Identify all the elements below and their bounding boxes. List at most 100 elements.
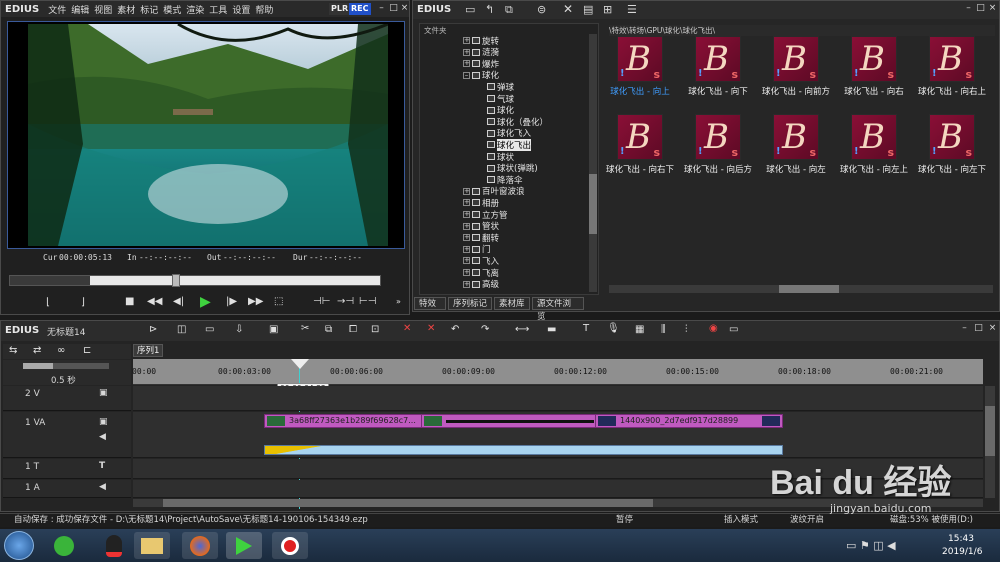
bin-tab[interactable]: 源文件浏览 — [532, 297, 584, 322]
up-icon[interactable]: ↰ — [485, 3, 494, 16]
video-clip-1[interactable]: 3a68ff27363e1b289f69628c7... — [264, 414, 444, 428]
track-head-1a[interactable]: 1 A ◀ — [3, 480, 131, 498]
slider-handle[interactable] — [172, 274, 180, 287]
menu-settings[interactable]: 设置 — [232, 3, 250, 16]
playback-slider[interactable] — [9, 274, 381, 287]
expand-icon[interactable]: – — [463, 71, 470, 79]
track-visibility-icon[interactable]: ▣ — [99, 417, 108, 427]
ripple-status[interactable]: 波纹开启 — [790, 514, 824, 527]
tree-item[interactable]: + 旋转 — [463, 35, 499, 47]
menu-marker[interactable]: 标记 — [140, 3, 158, 16]
grid-view-icon[interactable]: ⊞ — [603, 3, 612, 16]
effects-hscrollbar[interactable] — [609, 285, 993, 293]
tree-item[interactable]: + 立方管 — [463, 209, 508, 221]
link-mode-icon[interactable]: ∞ — [57, 345, 65, 356]
save-icon[interactable]: ▣ — [269, 324, 278, 335]
step-back-button[interactable]: ◀| — [173, 296, 184, 307]
delete-clip-icon[interactable]: ✕ — [403, 323, 411, 334]
copy-icon[interactable]: ⧉ — [505, 3, 513, 17]
bin-maximize-button[interactable]: □ — [975, 3, 986, 14]
paste-icon[interactable]: ⧠ — [349, 324, 357, 335]
record-marker-icon[interactable]: ◉ — [709, 323, 718, 334]
expand-icon[interactable]: + — [463, 280, 470, 288]
step-forward-button[interactable]: |▶ — [226, 296, 237, 307]
expand-icon[interactable]: + — [463, 257, 470, 265]
track-head-1t[interactable]: 1 T T — [3, 459, 131, 479]
recorder-icon[interactable] — [272, 532, 308, 559]
undo-icon[interactable]: ↶ — [451, 324, 459, 335]
tree-item[interactable]: 弹球 — [487, 81, 514, 93]
start-button[interactable] — [4, 531, 34, 560]
stop-button[interactable]: ■ — [125, 296, 134, 307]
menu-help[interactable]: 帮助 — [255, 3, 273, 16]
tree-item[interactable]: + 管状 — [463, 221, 499, 232]
expand-icon[interactable]: + — [463, 245, 470, 253]
redo-icon[interactable]: ↷ — [481, 324, 489, 335]
tree-item[interactable]: 球化飞出 — [487, 138, 532, 151]
expand-icon[interactable]: + — [463, 187, 470, 195]
bin-tab[interactable]: 序列标记 — [448, 297, 492, 310]
tray-icons[interactable]: ▭ ⚑ ◫ ◀ — [846, 539, 896, 552]
folder-icon[interactable]: ▭ — [465, 3, 475, 16]
sync-icon[interactable]: ⇄ — [33, 345, 41, 356]
title-icon[interactable]: T — [583, 323, 589, 334]
menu-tools[interactable]: 工具 — [209, 3, 227, 16]
expand-icon[interactable]: + — [463, 37, 470, 44]
track-head-2v[interactable]: 2 V ▣ — [3, 386, 131, 411]
maximize-button[interactable]: □ — [388, 3, 399, 14]
group-icon[interactable]: ▬ — [547, 324, 556, 335]
insert-to-timeline-button[interactable]: ⊣⊢ — [313, 296, 330, 307]
link-icon[interactable]: ⟷ — [515, 324, 529, 335]
tree-item[interactable]: 球化（叠化） — [487, 116, 548, 128]
expand-icon[interactable]: + — [463, 222, 470, 230]
tree-item[interactable]: + 飞入 — [463, 255, 499, 267]
effect-item[interactable]: Bs! 球化飞出 - 向右 — [836, 36, 912, 106]
timeline-maximize-button[interactable]: □ — [973, 323, 984, 334]
tree-item[interactable]: + 门 — [463, 244, 491, 255]
menu-file[interactable]: 文件 — [48, 3, 66, 16]
tree-item[interactable]: 球化 — [487, 105, 514, 116]
effect-item[interactable]: Bs! 球化飞出 - 向左上 — [836, 114, 912, 184]
menu-clip[interactable]: 素材 — [117, 3, 135, 16]
menu-render[interactable]: 渲染 — [186, 3, 204, 16]
export-icon[interactable]: ⇩ — [235, 324, 243, 335]
track-mode-icon[interactable]: ⇆ — [9, 345, 17, 356]
video-clip-2[interactable]: 1440x900_2d7edf917d28899 — [595, 414, 783, 428]
mixer-icon[interactable]: ⫼ — [661, 324, 666, 335]
menu-edit[interactable]: 编辑 — [71, 3, 89, 16]
tree-item[interactable]: 降落伞 — [487, 174, 523, 186]
set-out-button[interactable]: ⌋ — [81, 297, 85, 308]
play-button[interactable]: ▶ — [200, 294, 211, 310]
snapshot-icon[interactable]: ◫ — [177, 324, 186, 335]
clock-time[interactable]: 15:43 — [948, 534, 974, 544]
playhead-handle[interactable] — [291, 359, 309, 369]
rec-toggle[interactable]: REC — [349, 3, 371, 15]
expand-icon[interactable]: + — [463, 199, 470, 207]
new-sequence-icon[interactable]: ⊳ — [149, 324, 157, 335]
track-head-1va[interactable]: 1 VA ▣ ◀ — [3, 412, 131, 458]
tree-item[interactable]: + 翻转 — [463, 232, 499, 244]
tree-scrollbar[interactable] — [589, 34, 597, 292]
overwrite-button[interactable]: →⊣ — [337, 296, 354, 307]
tree-item[interactable]: 气球 — [487, 93, 514, 105]
open-project-icon[interactable]: ▭ — [205, 324, 214, 335]
tree-item[interactable]: – 球化 — [463, 70, 499, 81]
speaker-icon[interactable]: ◀ — [99, 432, 106, 442]
audio-mixer-icon[interactable]: ⫶ — [685, 324, 688, 335]
expand-icon[interactable]: + — [463, 48, 470, 56]
close-button[interactable]: × — [399, 3, 410, 14]
tree-item[interactable]: + 相册 — [463, 197, 499, 209]
more-button[interactable]: » — [396, 297, 401, 306]
expand-icon[interactable]: + — [463, 269, 470, 276]
sequence-tab[interactable]: 序列1 — [133, 344, 163, 357]
minimize-button[interactable]: – — [376, 3, 387, 14]
tree-item[interactable]: + 飞离 — [463, 267, 499, 279]
mic-icon[interactable]: 🎙 — [607, 323, 620, 334]
tree-item[interactable]: 球状 — [487, 151, 514, 163]
rewind-button[interactable]: ◀◀ — [147, 296, 162, 307]
loop-button[interactable]: ⬚ — [274, 296, 283, 307]
timeline-minimize-button[interactable]: – — [959, 323, 970, 334]
speaker-icon[interactable]: ◀ — [99, 482, 106, 492]
qq-icon[interactable] — [96, 532, 132, 559]
effect-item[interactable]: Bs! 球化飞出 - 向左下 — [914, 114, 990, 184]
